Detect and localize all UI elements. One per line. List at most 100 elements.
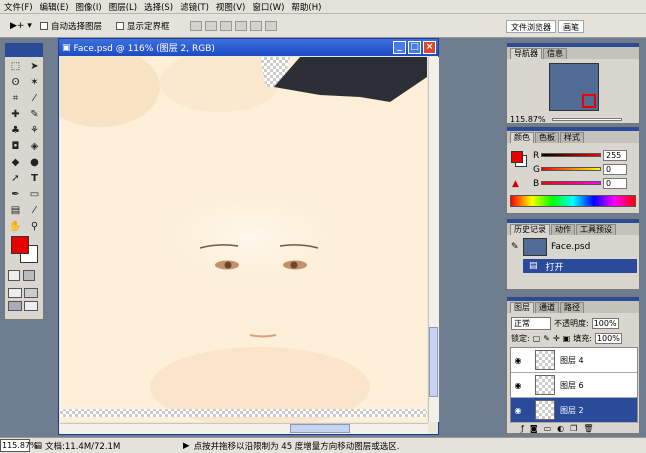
tab-actions[interactable]: 动作: [551, 224, 575, 235]
tab-history[interactable]: 历史记录: [510, 224, 550, 235]
eye-icon[interactable]: ◉: [511, 381, 525, 390]
delete-layer-icon[interactable]: 🗑: [583, 424, 593, 434]
tool-preset-picker[interactable]: ▶+ ▾: [0, 21, 40, 31]
blend-mode-select[interactable]: 正常: [511, 316, 551, 330]
tab-color[interactable]: 颜色: [510, 132, 534, 143]
align-vcenter-icon[interactable]: [204, 20, 217, 31]
crop-icon[interactable]: ⌗: [7, 92, 24, 106]
red-slider[interactable]: [541, 153, 601, 157]
green-slider[interactable]: [541, 167, 601, 171]
tab-brushes[interactable]: 画笔: [558, 20, 584, 33]
maximize-icon[interactable]: □: [408, 41, 421, 54]
eye-icon[interactable]: ◉: [511, 406, 525, 415]
lasso-icon[interactable]: ʘ: [7, 76, 24, 90]
image-canvas[interactable]: [60, 57, 427, 422]
blue-slider[interactable]: [541, 181, 601, 185]
red-value[interactable]: 255: [603, 150, 627, 161]
status-zoom-input[interactable]: 115.87%: [0, 439, 38, 452]
hand-icon[interactable]: ✋: [7, 220, 24, 234]
show-bounds-checkbox[interactable]: 显示定界框: [116, 20, 170, 32]
wand-icon[interactable]: ✶: [26, 76, 43, 90]
pen-icon[interactable]: ✒: [7, 188, 24, 202]
layer-style-icon[interactable]: ƒ: [521, 424, 524, 434]
horizontal-scrollbar[interactable]: [60, 423, 428, 434]
vertical-scrollbar[interactable]: [428, 57, 439, 422]
auto-select-checkbox[interactable]: 自动选择图层: [40, 20, 102, 32]
menu-filter[interactable]: 滤镜(T): [180, 1, 209, 13]
adjustment-layer-icon[interactable]: ◐: [557, 424, 564, 434]
green-value[interactable]: 0: [603, 164, 627, 175]
blur-icon[interactable]: ◆: [7, 156, 24, 170]
scroll-thumb[interactable]: [290, 424, 350, 433]
notes-icon[interactable]: ▤: [7, 204, 24, 218]
navigator-zoom-slider[interactable]: [552, 118, 622, 121]
healing-icon[interactable]: ✚: [7, 108, 24, 122]
lock-paint-icon[interactable]: ✎: [543, 334, 550, 343]
tab-channels[interactable]: 通道: [535, 302, 559, 313]
move-icon[interactable]: ➤: [26, 60, 43, 74]
status-arrow-icon[interactable]: ▶: [183, 441, 190, 451]
document-titlebar[interactable]: ▣ Face.psd @ 116% (图层 2, RGB) _ □ ×: [59, 39, 438, 56]
new-layer-icon[interactable]: ❐: [570, 424, 577, 434]
lock-move-icon[interactable]: ✛: [553, 334, 560, 343]
tab-navigator[interactable]: 导航器: [510, 48, 542, 59]
quickmask-mode-icon[interactable]: [23, 270, 35, 281]
tab-layers[interactable]: 图层: [510, 302, 534, 313]
align-left-icon[interactable]: [234, 20, 247, 31]
eraser-icon[interactable]: ◘: [7, 140, 24, 154]
type-icon[interactable]: T: [26, 172, 43, 186]
menu-view[interactable]: 视图(V): [216, 1, 245, 13]
align-right-icon[interactable]: [264, 20, 277, 31]
eye-icon[interactable]: ◉: [511, 356, 525, 365]
menu-file[interactable]: 文件(F): [4, 1, 33, 13]
color-ramp[interactable]: [510, 195, 636, 207]
history-brush-icon[interactable]: ⚘: [26, 124, 43, 138]
menu-window[interactable]: 窗口(W): [252, 1, 284, 13]
layer-row[interactable]: ◉ 图层 6: [511, 373, 637, 398]
navigator-zoom[interactable]: 115.87%: [510, 115, 546, 124]
menu-layer[interactable]: 图层(L): [109, 1, 137, 13]
menu-select[interactable]: 选择(S): [144, 1, 173, 13]
navigator-thumbnail[interactable]: [549, 63, 599, 111]
color-fg-swatch[interactable]: [511, 151, 523, 163]
shape-icon[interactable]: ▭: [26, 188, 43, 202]
toolbox-header[interactable]: [5, 43, 43, 57]
layer-row-selected[interactable]: ◉ 图层 2: [511, 398, 637, 423]
history-step[interactable]: ▤ 打开: [523, 259, 637, 273]
menu-image[interactable]: 图像(I): [76, 1, 102, 13]
standard-mode-icon[interactable]: [8, 270, 20, 281]
marquee-icon[interactable]: ⬚: [7, 60, 24, 74]
tab-file-browser[interactable]: 文件浏览器: [506, 20, 556, 33]
gamut-warning-icon[interactable]: ▲: [512, 179, 519, 189]
menu-edit[interactable]: 编辑(E): [40, 1, 69, 13]
menu-help[interactable]: 帮助(H): [291, 1, 321, 13]
align-hcenter-icon[interactable]: [249, 20, 262, 31]
tab-styles[interactable]: 样式: [560, 132, 584, 143]
lock-transparency-icon[interactable]: ▢: [533, 334, 541, 343]
fill-input[interactable]: 100%: [594, 332, 622, 344]
tab-tool-presets[interactable]: 工具预设: [576, 224, 616, 235]
align-bottom-icon[interactable]: [219, 20, 232, 31]
stamp-icon[interactable]: ♣: [7, 124, 24, 138]
minimize-icon[interactable]: _: [393, 41, 406, 54]
screen-mode-icon[interactable]: [8, 301, 22, 311]
jump-to-imageready-icon[interactable]: [24, 301, 38, 311]
navigator-view-box[interactable]: [582, 94, 596, 108]
path-select-icon[interactable]: ➚: [7, 172, 24, 186]
lock-all-icon[interactable]: ▣: [563, 334, 571, 343]
layer-mask-icon[interactable]: ◙: [530, 424, 538, 434]
layer-row[interactable]: ◉ 图层 4: [511, 348, 637, 373]
screen-mode-icon[interactable]: [8, 288, 22, 298]
eyedropper-icon[interactable]: ⁄: [26, 204, 43, 218]
zoom-icon[interactable]: ⚲: [26, 220, 43, 234]
close-icon[interactable]: ×: [423, 41, 436, 54]
bucket-icon[interactable]: ◈: [26, 140, 43, 154]
screen-mode-icon[interactable]: [24, 288, 38, 298]
tab-info[interactable]: 信息: [543, 48, 567, 59]
history-snapshot[interactable]: ✎ Face.psd: [511, 237, 637, 257]
scroll-thumb[interactable]: [429, 327, 438, 397]
tab-swatches[interactable]: 色板: [535, 132, 559, 143]
tab-paths[interactable]: 路径: [560, 302, 584, 313]
blue-value[interactable]: 0: [603, 178, 627, 189]
dodge-icon[interactable]: ●: [26, 156, 43, 170]
